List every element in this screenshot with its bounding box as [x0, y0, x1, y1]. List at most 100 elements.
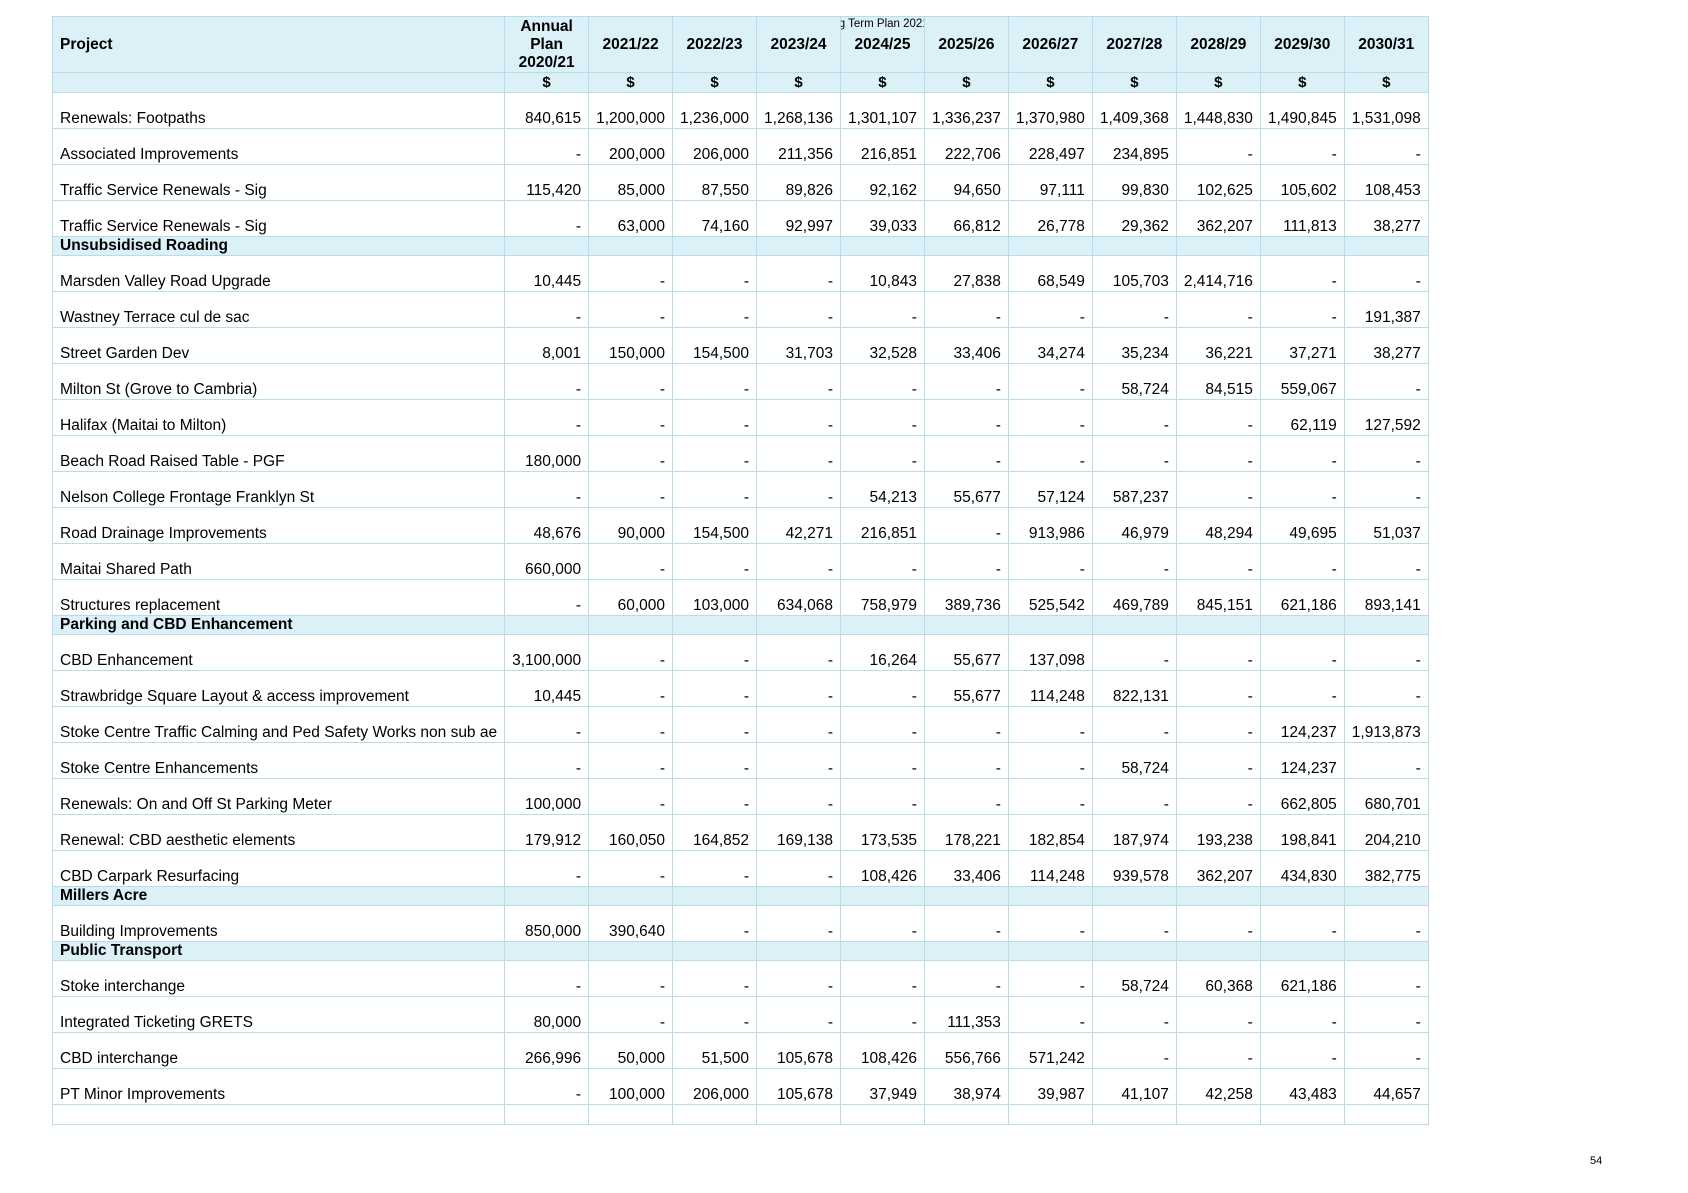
blank-cell — [588, 1104, 674, 1125]
project-name: Stoke Centre Enhancements — [51, 742, 506, 779]
section-title: Unsubsidised Roading — [51, 236, 506, 256]
year-value: 38,277 — [1343, 327, 1429, 364]
annual-plan-label-line-3: 2020/21 — [518, 53, 575, 71]
year-value: - — [1259, 1032, 1345, 1069]
section-blank-cell — [923, 236, 1009, 256]
year-value: - — [1259, 471, 1345, 508]
table-row: Building Improvements 850,000 390,640- - - - -… — [51, 905, 1429, 942]
year-value: - — [1343, 634, 1429, 671]
table-row: Renewal: CBD aesthetic elements 179,912 16… — [51, 814, 1429, 851]
year-value: - — [1091, 634, 1177, 671]
year-value: 193,238 — [1175, 814, 1261, 851]
year-value: 105,703 — [1091, 255, 1177, 292]
year-value: - — [1343, 1032, 1429, 1069]
year-value: 680,701 — [1343, 778, 1429, 815]
year-value: - — [1343, 128, 1429, 165]
year-value: 92,997 — [756, 200, 841, 237]
section-header-row: Millers Acre — [51, 886, 1429, 906]
year-value: 85,000 — [588, 164, 674, 201]
table-row: Structures replacement -60,000 103,000 634,… — [51, 579, 1429, 616]
section-blank-cell — [756, 941, 841, 961]
year-column-header: 2025/26 — [923, 16, 1009, 73]
year-value: 99,830 — [1091, 164, 1177, 201]
table-row: Renewals: Footpaths 840,615 1,200,000 1,236… — [51, 92, 1429, 129]
year-value: - — [1175, 706, 1261, 743]
year-value: - — [588, 634, 674, 671]
year-value: 58,724 — [1091, 742, 1177, 779]
year-value: 10,843 — [839, 255, 925, 292]
year-label: 2023/24 — [770, 35, 827, 53]
year-value: - — [756, 996, 841, 1033]
year-value: 26,778 — [1007, 200, 1093, 237]
project-name: Stoke interchange — [51, 960, 506, 997]
annual-plan-value: - — [504, 960, 590, 997]
year-label: 2022/23 — [686, 35, 743, 53]
year-value: 206,000 — [672, 128, 758, 165]
year-column-header: 2021/22 — [588, 16, 674, 73]
year-value: - — [672, 670, 758, 707]
year-value: - — [672, 291, 758, 328]
year-value: - — [923, 363, 1009, 400]
year-value: 634,068 — [756, 579, 841, 616]
section-blank-cell — [1343, 886, 1429, 906]
blank-cell — [51, 1104, 506, 1125]
table-row: CBD Enhancement 3,100,000- - -16,264 55,677 1… — [51, 634, 1429, 671]
project-name: Associated Improvements — [51, 128, 506, 165]
year-value: 42,271 — [756, 507, 841, 544]
year-value: 150,000 — [588, 327, 674, 364]
year-value: - — [1007, 435, 1093, 472]
table-row: Milton St (Grove to Cambria) - - - - - - -58,72… — [51, 363, 1429, 400]
annual-plan-value: 80,000 — [504, 996, 590, 1033]
year-value: 38,277 — [1343, 200, 1429, 237]
year-value: 216,851 — [839, 507, 925, 544]
year-value: 1,268,136 — [756, 92, 841, 129]
year-value: - — [672, 996, 758, 1033]
year-value: - — [1259, 128, 1345, 165]
table-row: Marsden Valley Road Upgrade 10,445- - -10,8… — [51, 255, 1429, 292]
year-value: 204,210 — [1343, 814, 1429, 851]
year-value: - — [756, 905, 841, 942]
year-value: - — [923, 778, 1009, 815]
annual-plan-value: - — [504, 706, 590, 743]
year-value: - — [1343, 435, 1429, 472]
year-value: 178,221 — [923, 814, 1009, 851]
project-name: Beach Road Raised Table - PGF — [51, 435, 506, 472]
year-label: 2024/25 — [854, 35, 911, 53]
year-value: - — [1259, 996, 1345, 1033]
year-value: - — [1259, 435, 1345, 472]
annual-plan-value: - — [504, 128, 590, 165]
project-name: Renewals: On and Off St Parking Meter — [51, 778, 506, 815]
year-value: - — [1175, 471, 1261, 508]
year-value: 154,500 — [672, 327, 758, 364]
year-value: - — [588, 742, 674, 779]
section-blank-cell — [839, 236, 925, 256]
section-blank-cell — [839, 941, 925, 961]
section-blank-cell — [756, 236, 841, 256]
project-name: Structures replacement — [51, 579, 506, 616]
year-value: 127,592 — [1343, 399, 1429, 436]
year-value: 68,549 — [1007, 255, 1093, 292]
year-value: - — [1343, 543, 1429, 580]
year-value: - — [588, 850, 674, 887]
year-value: - — [1007, 706, 1093, 743]
blank-row — [51, 1104, 1429, 1125]
year-value: - — [1343, 960, 1429, 997]
year-value: 49,695 — [1259, 507, 1345, 544]
currency-blank-cell — [51, 72, 506, 93]
year-value: 822,131 — [1091, 670, 1177, 707]
section-blank-cell — [1175, 615, 1261, 635]
section-blank-cell — [923, 886, 1009, 906]
year-value: - — [1343, 255, 1429, 292]
project-name: Halifax (Maitai to Milton) — [51, 399, 506, 436]
year-value: 228,497 — [1007, 128, 1093, 165]
year-value: 187,974 — [1091, 814, 1177, 851]
year-value: - — [1091, 996, 1177, 1033]
annual-plan-value: 115,420 — [504, 164, 590, 201]
section-blank-cell — [756, 886, 841, 906]
year-value: - — [923, 291, 1009, 328]
year-value: 46,979 — [1091, 507, 1177, 544]
year-value: 32,528 — [839, 327, 925, 364]
year-value: 124,237 — [1259, 742, 1345, 779]
year-value: - — [923, 435, 1009, 472]
year-value: 90,000 — [588, 507, 674, 544]
